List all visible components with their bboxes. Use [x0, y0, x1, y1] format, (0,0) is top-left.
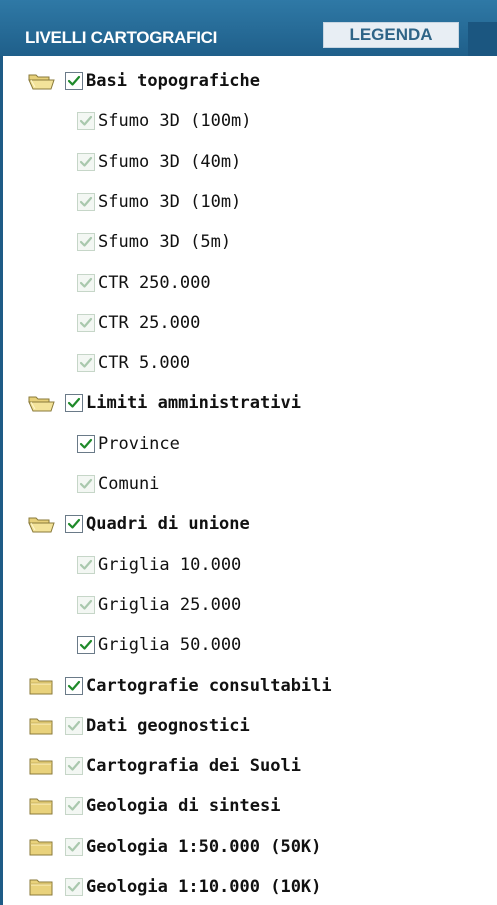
layer-checkbox[interactable] — [65, 878, 83, 896]
check-icon — [67, 881, 81, 892]
folder-open-icon[interactable] — [27, 71, 55, 91]
layer-checkbox[interactable] — [65, 676, 83, 695]
layer-item-label[interactable]: CTR 250.000 — [98, 273, 211, 293]
check-icon — [79, 357, 93, 368]
check-icon — [67, 841, 81, 852]
layer-group-label[interactable]: Basi topografiche — [86, 71, 260, 91]
check-icon — [79, 277, 93, 288]
check-icon — [67, 760, 81, 771]
layer-checkbox[interactable] — [77, 354, 95, 373]
check-icon — [67, 720, 81, 731]
layer-group-label[interactable]: Limiti amministrativi — [86, 393, 301, 413]
tab-livelli-cartografici[interactable]: LIVELLI CARTOGRAFICI — [25, 28, 217, 48]
layer-item-row: Griglia 25.000 — [77, 590, 241, 620]
layer-group-row: Dati geognostici — [27, 711, 250, 741]
layer-group-label[interactable]: Quadri di unione — [86, 514, 250, 534]
layer-item-row: Sfumo 3D (10m) — [77, 187, 241, 217]
layer-group-row: Geologia di sintesi — [27, 791, 280, 821]
layer-checkbox[interactable] — [65, 837, 83, 856]
check-icon — [79, 237, 93, 247]
layer-item-label[interactable]: CTR 5.000 — [98, 353, 190, 373]
panel-left-border — [0, 56, 3, 905]
folder-closed-icon[interactable] — [27, 796, 55, 816]
check-icon — [79, 599, 93, 610]
layer-checkbox[interactable] — [65, 797, 83, 816]
layer-group-row: Cartografia dei Suoli — [27, 751, 301, 781]
check-icon — [79, 116, 93, 126]
layer-item-label[interactable]: Sfumo 3D (40m) — [98, 152, 241, 172]
layer-group-label[interactable]: Cartografia dei Suoli — [86, 756, 301, 776]
layer-checkbox[interactable] — [77, 112, 95, 131]
check-icon — [79, 438, 93, 449]
check-icon — [67, 75, 81, 86]
layer-group-label[interactable]: Geologia 1:10.000 (10K) — [86, 877, 321, 897]
layer-item-label[interactable]: Sfumo 3D (100m) — [98, 111, 252, 131]
layer-item-label[interactable]: Griglia 25.000 — [98, 595, 241, 615]
layer-checkbox[interactable] — [77, 475, 95, 493]
layer-item-label[interactable]: CTR 25.000 — [98, 313, 200, 333]
layer-checkbox[interactable] — [65, 716, 83, 735]
layer-item-row: Comuni — [77, 469, 159, 499]
panel-header: LIVELLI CARTOGRAFICI LEGENDA — [0, 0, 497, 56]
layer-group-label[interactable]: Geologia 1:50.000 (50K) — [86, 837, 321, 857]
folder-open-icon[interactable] — [27, 393, 55, 413]
folder-open-icon[interactable] — [27, 514, 55, 534]
check-icon — [79, 317, 93, 328]
check-icon — [67, 519, 81, 529]
layer-checkbox[interactable] — [77, 313, 95, 332]
folder-closed-icon[interactable] — [27, 676, 55, 696]
tab-legenda[interactable]: LEGENDA — [323, 22, 459, 48]
layer-group-label[interactable]: Geologia di sintesi — [86, 796, 280, 816]
layer-checkbox[interactable] — [77, 595, 95, 614]
folder-closed-icon[interactable] — [27, 716, 55, 736]
check-icon — [79, 559, 93, 570]
layer-item-row: Sfumo 3D (40m) — [77, 147, 241, 177]
layer-checkbox[interactable] — [77, 233, 95, 252]
layer-checkbox[interactable] — [77, 434, 95, 453]
layer-item-label[interactable]: Comuni — [98, 474, 159, 494]
check-icon — [79, 196, 93, 207]
layers-panel: LIVELLI CARTOGRAFICI LEGENDA Basi topogr… — [0, 0, 497, 905]
layer-item-row: Griglia 10.000 — [77, 550, 241, 580]
layer-checkbox[interactable] — [77, 192, 95, 211]
layer-group-row: Geologia 1:50.000 (50K) — [27, 832, 321, 862]
folder-closed-icon[interactable] — [27, 837, 55, 857]
layer-item-label[interactable]: Griglia 50.000 — [98, 635, 241, 655]
layer-item-label[interactable]: Sfumo 3D (10m) — [98, 192, 241, 212]
layer-group-row: Cartografie consultabili — [27, 671, 332, 701]
layer-checkbox[interactable] — [65, 394, 83, 413]
layer-group-row: Limiti amministrativi — [27, 388, 301, 418]
check-icon — [79, 156, 93, 167]
layer-item-row: Sfumo 3D (100m) — [77, 106, 252, 136]
layer-group-label[interactable]: Dati geognostici — [86, 716, 250, 736]
layer-checkbox[interactable] — [65, 72, 83, 90]
layer-checkbox[interactable] — [65, 757, 83, 776]
layer-group-row: Quadri di unione — [27, 509, 250, 539]
layer-checkbox[interactable] — [77, 636, 95, 655]
layer-item-label[interactable]: Sfumo 3D (5m) — [98, 232, 231, 252]
layer-item-row: CTR 5.000 — [77, 348, 190, 378]
layer-checkbox[interactable] — [77, 152, 95, 171]
layer-checkbox[interactable] — [77, 555, 95, 574]
layer-item-row: Province — [77, 429, 180, 459]
check-icon — [67, 680, 81, 691]
folder-closed-icon[interactable] — [27, 756, 55, 776]
layer-group-row: Basi topografiche — [27, 66, 260, 96]
check-icon — [79, 640, 93, 650]
folder-closed-icon[interactable] — [27, 877, 55, 897]
layer-checkbox[interactable] — [77, 273, 95, 292]
layer-item-row: CTR 250.000 — [77, 268, 211, 298]
header-edge — [468, 22, 497, 56]
layer-item-label[interactable]: Province — [98, 434, 180, 454]
layer-checkbox[interactable] — [65, 515, 83, 534]
layer-item-row: Griglia 50.000 — [77, 630, 241, 660]
check-icon — [79, 478, 93, 489]
layer-group-row: Geologia 1:10.000 (10K) — [27, 872, 321, 902]
layer-group-label[interactable]: Cartografie consultabili — [86, 676, 332, 696]
layer-item-row: CTR 25.000 — [77, 308, 200, 338]
check-icon — [67, 398, 81, 408]
layer-item-label[interactable]: Griglia 10.000 — [98, 555, 241, 575]
layer-item-row: Sfumo 3D (5m) — [77, 227, 231, 257]
check-icon — [67, 801, 81, 811]
